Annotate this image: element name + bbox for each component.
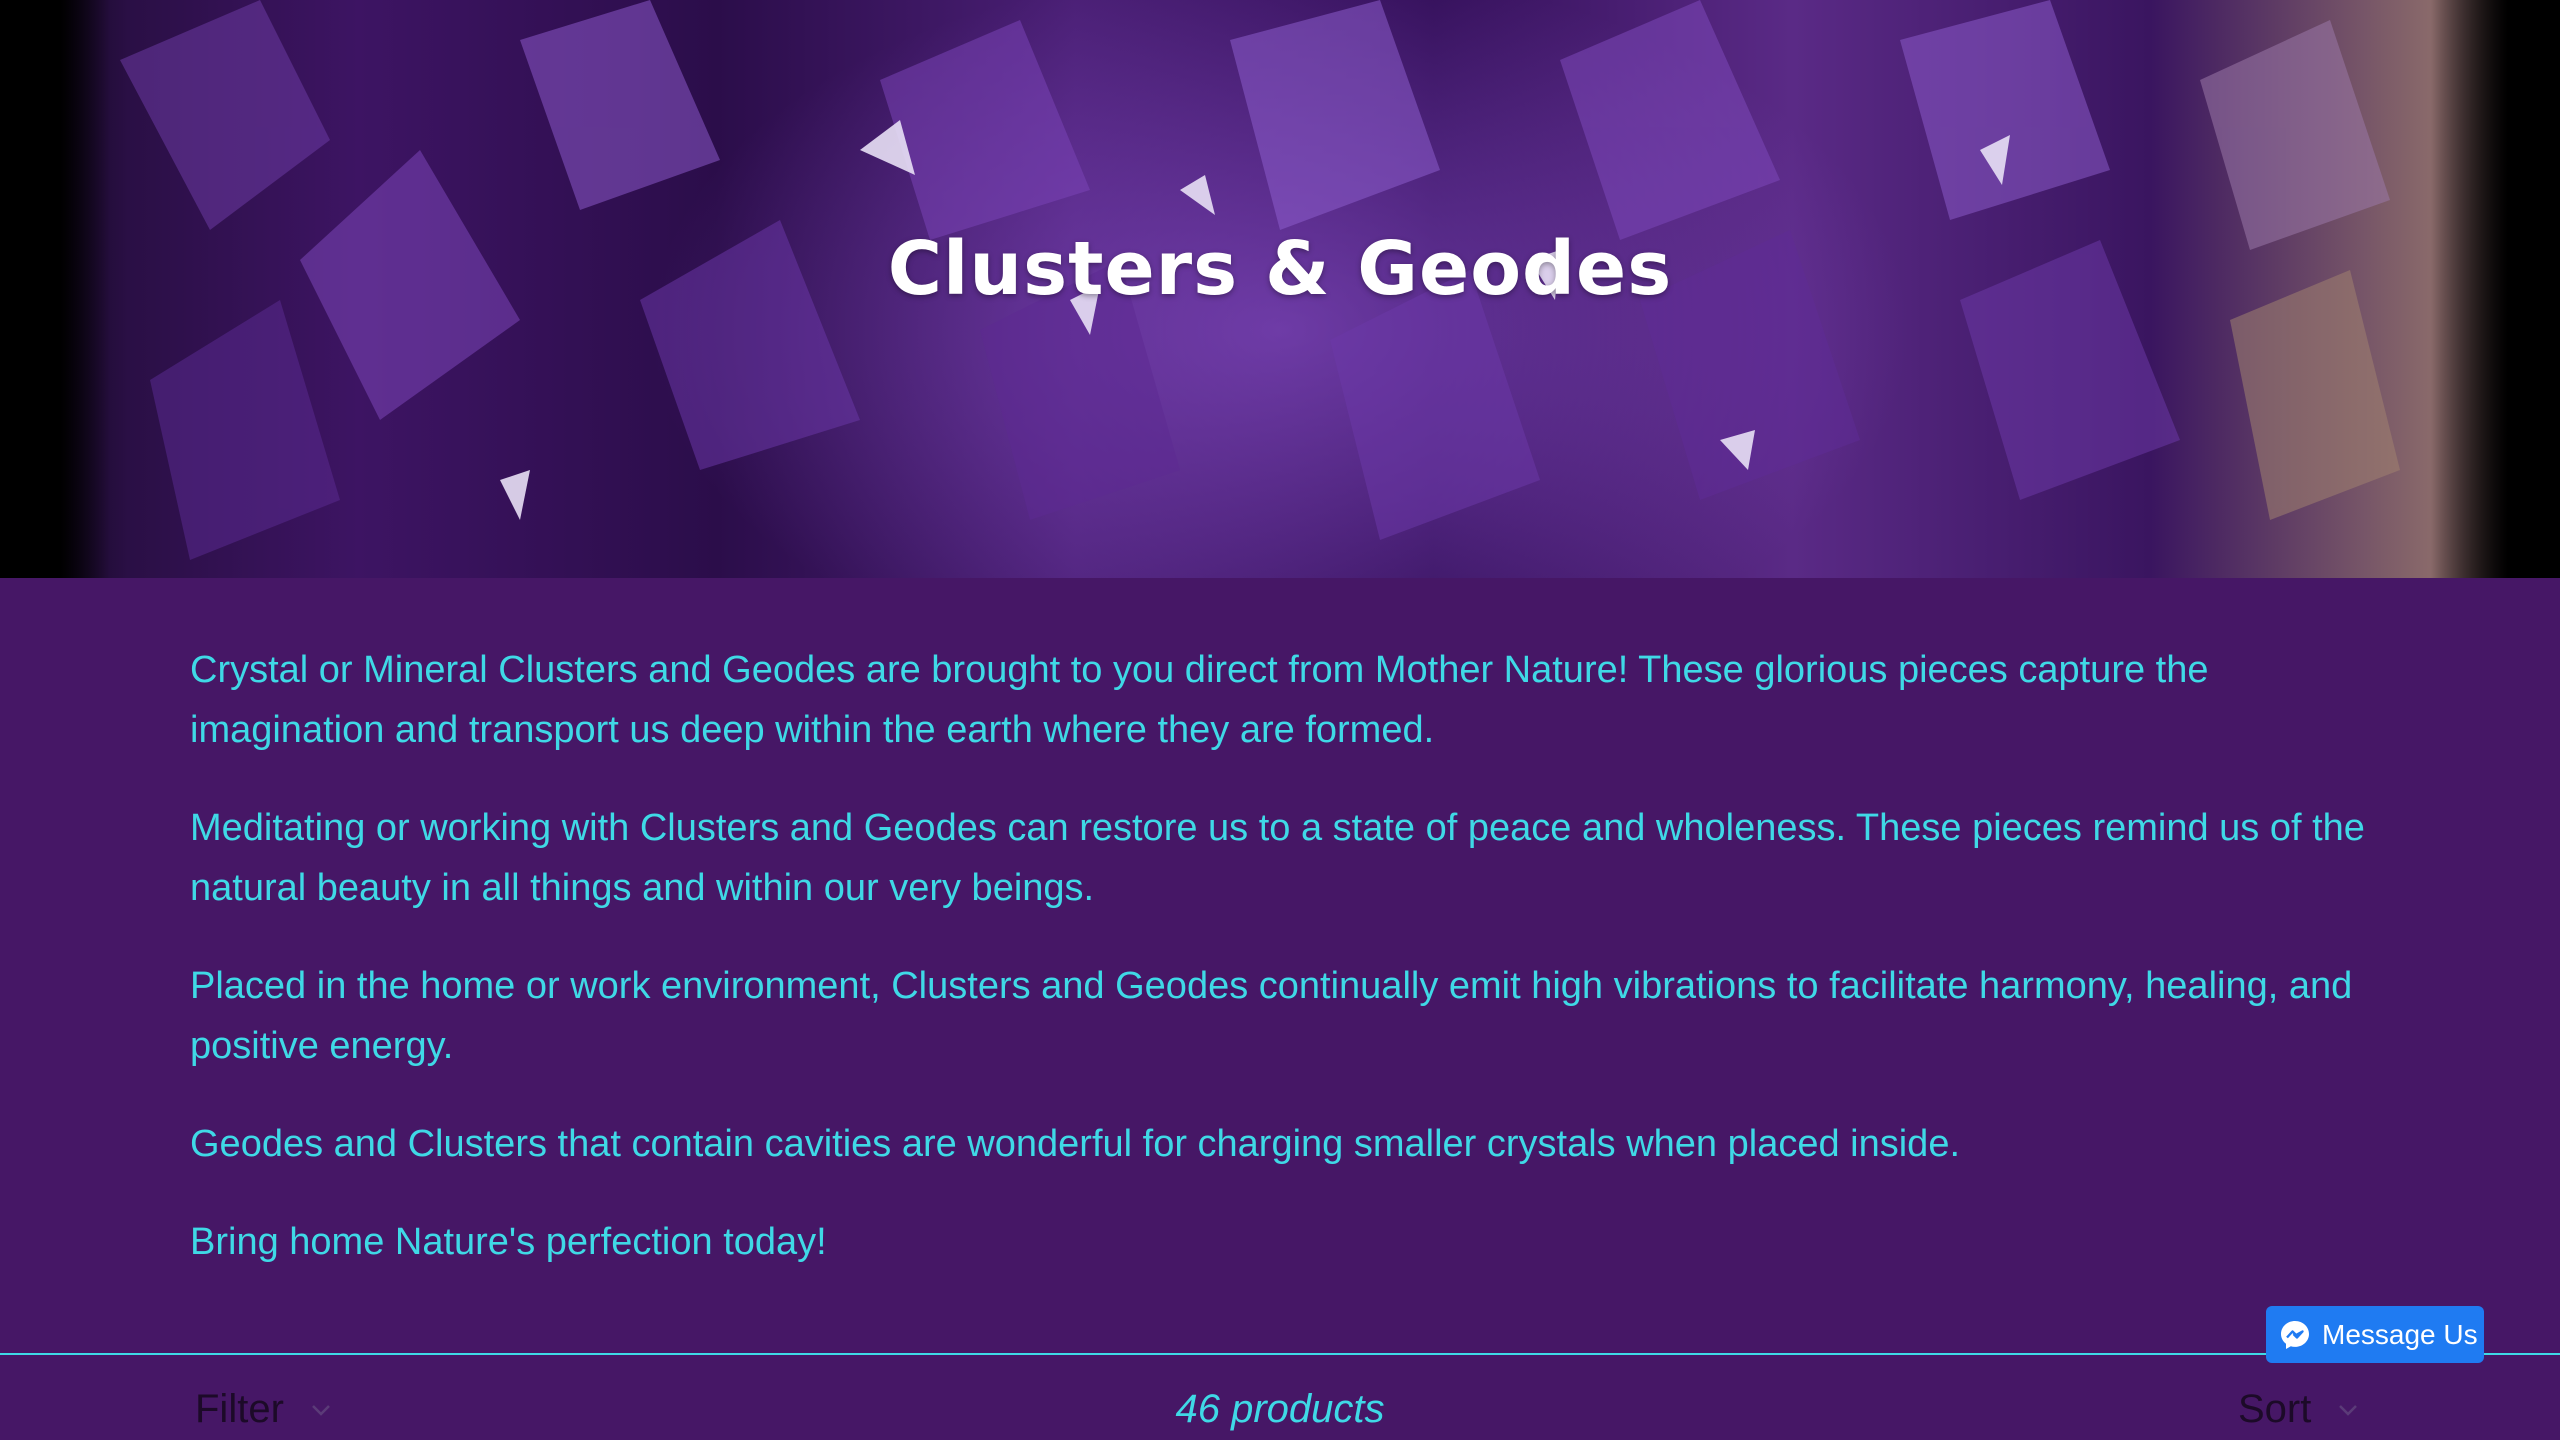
chevron-down-icon bbox=[312, 1404, 330, 1416]
description-paragraph: Bring home Nature's perfection today! bbox=[190, 1221, 827, 1263]
collection-hero-banner: Clusters & Geodes bbox=[0, 0, 2560, 578]
messenger-icon bbox=[2281, 1320, 2309, 1349]
chevron-down-icon bbox=[2339, 1404, 2358, 1416]
sort-dropdown[interactable]: Sort bbox=[2238, 1387, 2363, 1432]
description-paragraph: Meditating or working with Clusters and … bbox=[190, 807, 2365, 909]
product-count: 46 products bbox=[1175, 1387, 1385, 1431]
collection-description: Crystal or Mineral Clusters and Geodes a… bbox=[190, 640, 2370, 1310]
description-paragraph: Geodes and Clusters that contain cavitie… bbox=[190, 1123, 1961, 1165]
sort-label: Sort bbox=[2238, 1387, 2312, 1431]
description-paragraph: Placed in the home or work environment, … bbox=[190, 965, 2353, 1067]
filter-label: Filter bbox=[195, 1387, 284, 1431]
message-us-button[interactable]: Message Us bbox=[2266, 1306, 2484, 1363]
collection-title: Clusters & Geodes bbox=[887, 226, 1673, 312]
description-paragraph: Crystal or Mineral Clusters and Geodes a… bbox=[190, 649, 2209, 751]
message-us-label: Message Us bbox=[2322, 1318, 2478, 1350]
product-count-wrap: 46 products bbox=[0, 1387, 2560, 1432]
collection-toolbar: Filter 46 products Sort bbox=[0, 1355, 2560, 1440]
filter-dropdown[interactable]: Filter bbox=[195, 1387, 336, 1432]
